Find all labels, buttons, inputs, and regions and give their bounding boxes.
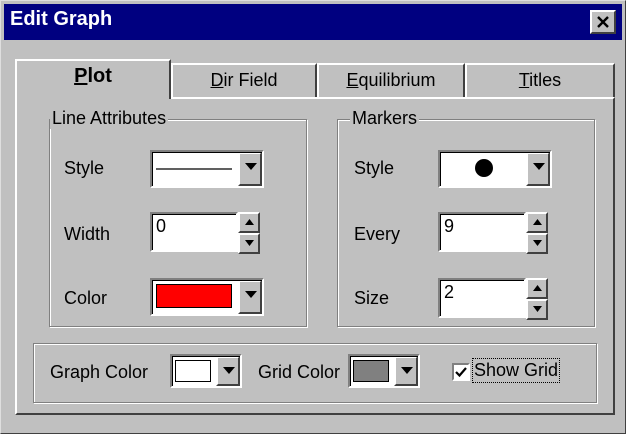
marker-every-label: Every bbox=[354, 224, 401, 244]
line-style-dropdown-button[interactable] bbox=[238, 152, 262, 186]
marker-size-down-button[interactable] bbox=[526, 299, 548, 320]
show-grid-checkbox[interactable] bbox=[452, 363, 470, 381]
marker-size-up-button[interactable] bbox=[526, 278, 548, 299]
plot-tab-panel: Line Attributes Style Width 0 Color Mark… bbox=[15, 97, 615, 415]
line-color-swatch bbox=[156, 284, 232, 308]
chevron-down-icon bbox=[245, 291, 257, 298]
marker-size-input[interactable]: 2 bbox=[438, 278, 526, 318]
tab-dir-field-mnemonic: D bbox=[210, 70, 224, 90]
line-color-dropdown[interactable] bbox=[150, 278, 264, 316]
tab-titles-mnemonic: T bbox=[518, 70, 530, 90]
chevron-down-icon bbox=[401, 367, 413, 374]
marker-size-spinner[interactable] bbox=[526, 278, 548, 320]
tab-plot-label: lot bbox=[87, 65, 112, 87]
graph-color-dropdown-button[interactable] bbox=[216, 356, 240, 386]
arrow-up-icon bbox=[533, 219, 542, 225]
tab-equilibrium[interactable]: Equilibrium bbox=[317, 63, 465, 97]
line-width-input[interactable]: 0 bbox=[150, 212, 238, 252]
chevron-down-icon bbox=[533, 163, 545, 170]
tab-plot-mnemonic: P bbox=[74, 65, 88, 87]
line-width-spinner[interactable] bbox=[238, 212, 260, 254]
line-attributes-group: Line Attributes Style Width 0 Color bbox=[49, 108, 307, 327]
marker-style-label: Style bbox=[354, 158, 395, 178]
checkmark-icon bbox=[455, 367, 467, 378]
grid-color-dropdown[interactable] bbox=[348, 354, 420, 388]
marker-every-down-button[interactable] bbox=[526, 233, 548, 254]
line-width-up-button[interactable] bbox=[238, 212, 260, 233]
line-color-dropdown-button[interactable] bbox=[238, 280, 262, 314]
show-grid-label[interactable]: Show Grid bbox=[471, 358, 561, 383]
marker-every-input[interactable]: 9 bbox=[438, 212, 526, 252]
grid-color-swatch bbox=[353, 360, 389, 382]
marker-every-spinner[interactable] bbox=[526, 212, 548, 254]
line-width-down-button[interactable] bbox=[238, 233, 260, 254]
graph-color-label: Graph Color bbox=[50, 362, 149, 382]
arrow-down-icon bbox=[245, 240, 254, 246]
tab-equilibrium-label: quilibrium bbox=[358, 70, 436, 90]
close-button[interactable] bbox=[590, 10, 616, 34]
tab-titles[interactable]: Titles bbox=[465, 63, 615, 97]
arrow-up-icon bbox=[245, 219, 254, 225]
grid-color-label: Grid Color bbox=[258, 362, 341, 382]
chevron-down-icon bbox=[223, 367, 235, 374]
graph-color-dropdown[interactable] bbox=[170, 354, 242, 388]
window-title: Edit Graph bbox=[10, 8, 113, 30]
arrow-up-icon bbox=[533, 285, 542, 291]
marker-style-dropdown-button[interactable] bbox=[526, 152, 550, 186]
filled-circle-icon bbox=[475, 159, 493, 177]
line-style-label: Style bbox=[64, 158, 105, 178]
marker-every-up-button[interactable] bbox=[526, 212, 548, 233]
tab-plot[interactable]: Plot bbox=[15, 59, 171, 99]
title-bar[interactable]: Edit Graph bbox=[4, 4, 622, 40]
marker-every-value: 9 bbox=[444, 216, 455, 236]
edit-graph-dialog: Edit Graph Plot Dir Field Equilibrium Ti… bbox=[0, 0, 626, 434]
graph-options-group: Graph Color Grid Color Show Grid bbox=[33, 343, 597, 403]
close-icon bbox=[597, 16, 609, 28]
line-color-label: Color bbox=[64, 288, 108, 308]
graph-color-swatch bbox=[175, 360, 211, 382]
chevron-down-icon bbox=[245, 163, 257, 170]
marker-style-dropdown[interactable] bbox=[438, 150, 552, 188]
tab-dir-field[interactable]: Dir Field bbox=[171, 63, 317, 97]
line-attributes-legend: Line Attributes bbox=[50, 108, 169, 129]
marker-size-label: Size bbox=[354, 288, 390, 308]
arrow-down-icon bbox=[533, 306, 542, 312]
marker-size-value: 2 bbox=[444, 282, 455, 302]
markers-legend: Markers bbox=[350, 108, 420, 129]
tab-equilibrium-mnemonic: E bbox=[346, 70, 359, 90]
markers-group: Markers Style Every 9 Size 2 bbox=[337, 108, 595, 327]
grid-color-dropdown-button[interactable] bbox=[394, 356, 418, 386]
line-width-label: Width bbox=[64, 224, 111, 244]
tab-dir-field-label: ir Field bbox=[223, 70, 278, 90]
line-style-dropdown[interactable] bbox=[150, 150, 264, 188]
arrow-down-icon bbox=[533, 240, 542, 246]
line-width-value: 0 bbox=[156, 216, 167, 236]
tab-titles-label: itles bbox=[529, 70, 562, 90]
line-style-preview-icon bbox=[156, 168, 232, 170]
